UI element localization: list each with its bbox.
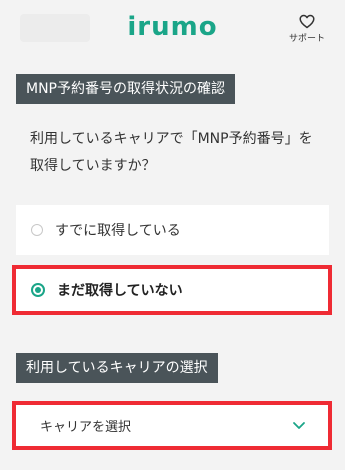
heart-icon <box>299 14 315 29</box>
carrier-select[interactable]: キャリアを選択 <box>12 401 332 450</box>
radio-option-already-obtained[interactable]: すでに取得している <box>16 205 329 255</box>
carrier-section-title: 利用しているキャリアの選択 <box>16 353 218 383</box>
carrier-select-value: キャリアを選択 <box>40 420 132 435</box>
radio-circle-checked <box>31 283 45 297</box>
mnp-radio-group: すでに取得している <box>16 205 329 255</box>
radio-circle-unchecked <box>31 224 43 236</box>
support-button[interactable]: サポート <box>285 14 329 44</box>
radio-option-label: すでに取得している <box>55 223 181 239</box>
header: irumo サポート <box>0 0 345 58</box>
radio-option-not-obtained[interactable]: まだ取得していない <box>12 265 332 315</box>
radio-option-label: まだ取得していない <box>57 283 183 299</box>
mnp-section-title: MNP予約番号の取得状況の確認 <box>16 74 235 104</box>
support-label: サポート <box>288 34 325 44</box>
mnp-question: 利用しているキャリアで「MNP予約番号」を取得していますか？ <box>30 131 313 174</box>
chevron-down-icon <box>293 422 305 429</box>
